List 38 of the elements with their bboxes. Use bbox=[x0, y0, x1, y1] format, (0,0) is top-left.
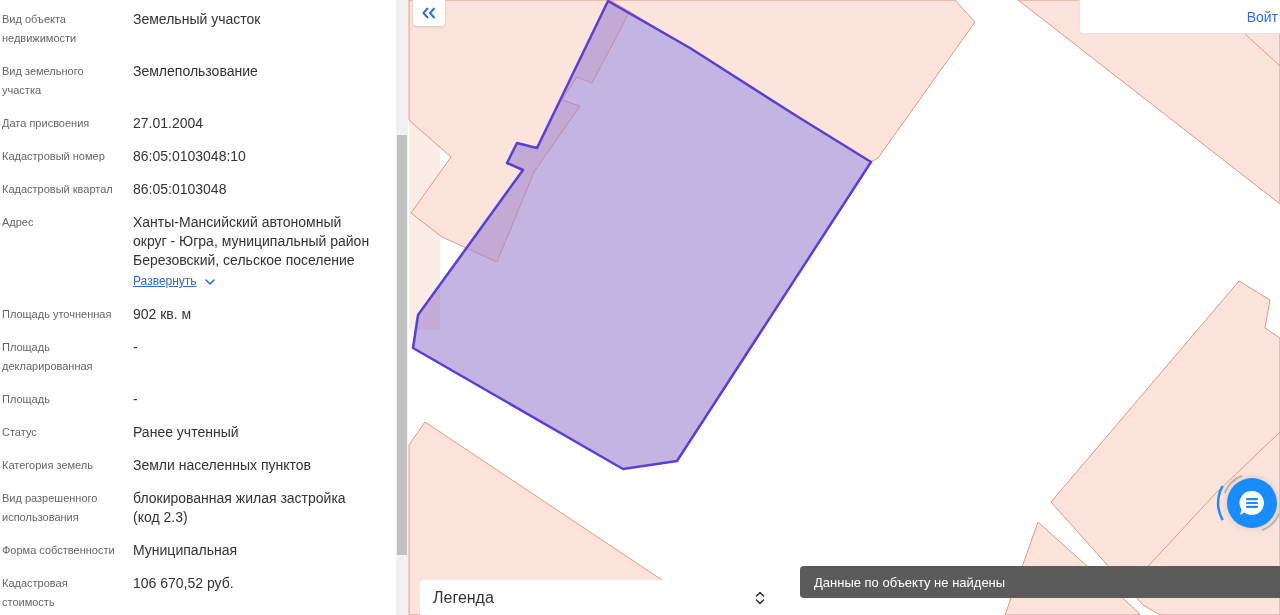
parcel-boundary bbox=[1244, 33, 1280, 67]
field-value: - bbox=[133, 338, 139, 357]
field-label: Кадастровый номер bbox=[2, 149, 106, 164]
toast-message: Данные по объекту не найдены bbox=[800, 566, 1280, 598]
field-value: 86:05:0103048 bbox=[133, 180, 228, 199]
login-button[interactable]: Войт bbox=[1079, 0, 1280, 34]
field-label: Категория земель bbox=[2, 458, 94, 473]
field-value: блокированная жилая застройка (код 2.3) bbox=[133, 489, 347, 527]
field-label: Площадь bbox=[2, 392, 51, 407]
field-value: 86:05:0103048:10 bbox=[133, 147, 247, 166]
chevron-up-down-icon bbox=[755, 589, 765, 606]
collapse-button[interactable] bbox=[413, 0, 445, 26]
chevron-down-icon bbox=[204, 278, 215, 285]
field-value: Землепользование bbox=[133, 62, 259, 81]
field-label: Статус bbox=[2, 425, 38, 440]
field-label: Дата присвоения bbox=[2, 116, 91, 131]
field-value: - bbox=[133, 390, 139, 409]
field-value: Ранее учтенный bbox=[133, 423, 240, 442]
field-label: Кадастровый квартал bbox=[2, 182, 114, 197]
field-label: Вид разрешенного использования bbox=[2, 491, 99, 525]
field-label: Кадастровая стоимость bbox=[2, 576, 69, 610]
chat-bubble-icon bbox=[1238, 489, 1266, 517]
field-value: Муниципальная bbox=[133, 541, 239, 560]
field-label: Площадь уточненная bbox=[2, 307, 113, 322]
field-value: 106 670,52 руб. bbox=[133, 574, 235, 593]
field-label: Вид земельного участка bbox=[2, 64, 85, 98]
expand-link[interactable]: Развернуть bbox=[133, 272, 215, 291]
double-chevron-left-icon bbox=[422, 7, 436, 19]
field-label: Форма собственности bbox=[2, 543, 116, 558]
field-value: Земли населенных пунктов bbox=[133, 456, 313, 475]
field-label: Площадь декларированная bbox=[2, 340, 94, 374]
field-label: Вид объекта недвижимости bbox=[2, 12, 78, 46]
field-value: Ханты-Мансийский автономный округ - Югра, муниципальный район Березовский, сельское поселение bbox=[133, 213, 371, 270]
field-value: 27.01.2004 bbox=[133, 114, 205, 133]
field-label: Адрес bbox=[2, 215, 35, 230]
field-value: Земельный участок bbox=[133, 10, 262, 29]
field-value: 902 кв. м bbox=[133, 305, 193, 324]
scrollbar-thumb[interactable] bbox=[397, 135, 407, 555]
